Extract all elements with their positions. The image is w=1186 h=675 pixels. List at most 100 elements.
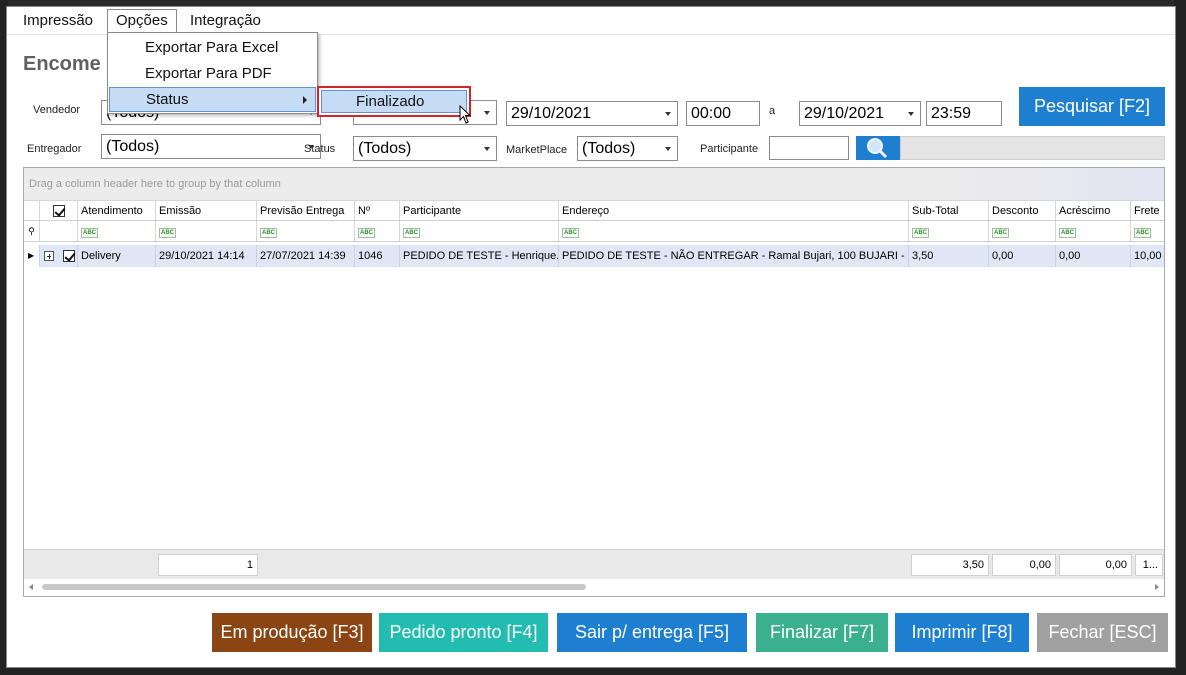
search-icon xyxy=(867,138,888,159)
submenu-item-finalizado[interactable]: Finalizado xyxy=(321,90,467,113)
grid-header-row: Atendimento Emissão Previsão Entrega Nº … xyxy=(24,201,1164,221)
row-checkbox[interactable] xyxy=(63,250,76,263)
scroll-left-icon[interactable] xyxy=(29,584,33,590)
filter-cell-endereco[interactable]: ABC xyxy=(559,221,909,241)
status-combo[interactable]: (Todos) xyxy=(353,136,497,161)
marketplace-value: (Todos) xyxy=(582,140,636,157)
menu-item-exportar-excel[interactable]: Exportar Para Excel xyxy=(109,35,316,60)
chevron-down-icon xyxy=(665,112,671,116)
cell-emissao[interactable]: 29/10/2021 14:14 xyxy=(156,245,257,267)
footer-frete: 1... xyxy=(1135,554,1163,576)
time-to-input[interactable]: 23:59 xyxy=(926,101,1002,126)
chevron-down-icon xyxy=(484,111,490,115)
column-header-previsao[interactable]: Previsão Entrega xyxy=(257,201,355,220)
row-select-cell[interactable] xyxy=(40,245,78,267)
group-panel[interactable]: Drag a column header here to group by th… xyxy=(24,168,1164,201)
cell-subtotal[interactable]: 3,50 xyxy=(909,245,989,267)
filter-cell-subtotal[interactable]: ABC xyxy=(909,221,989,241)
filter-cell-participante[interactable]: ABC xyxy=(400,221,559,241)
date-from-picker[interactable]: 29/10/2021 xyxy=(506,101,678,126)
column-header-endereco[interactable]: Endereço xyxy=(559,201,909,220)
vendedor-label: Vendedor xyxy=(33,104,81,116)
column-header-frete[interactable]: Frete xyxy=(1131,201,1164,220)
pedido-pronto-button[interactable]: Pedido pronto [F4] xyxy=(379,613,548,652)
status-value: (Todos) xyxy=(358,140,412,157)
menu-opcoes[interactable]: Opções xyxy=(107,9,177,33)
filter-cell-desconto[interactable]: ABC xyxy=(989,221,1056,241)
footer-count: 1 xyxy=(158,554,258,576)
column-header-subtotal[interactable]: Sub-Total xyxy=(909,201,989,220)
footer-desconto: 0,00 xyxy=(992,554,1056,576)
imprimir-button[interactable]: Imprimir [F8] xyxy=(895,613,1029,652)
orders-grid: Drag a column header here to group by th… xyxy=(23,167,1165,597)
options-dropdown-menu: Exportar Para Excel Exportar Para PDF St… xyxy=(107,32,318,114)
text-filter-icon: ABC xyxy=(358,228,375,238)
text-filter-icon: ABC xyxy=(912,228,929,238)
participante-results-strip xyxy=(900,136,1165,160)
footer-acrescimo: 0,00 xyxy=(1059,554,1132,576)
filter-cell-acrescimo[interactable]: ABC xyxy=(1056,221,1131,241)
scroll-right-icon[interactable] xyxy=(1155,584,1159,590)
filter-cell-emissao[interactable]: ABC xyxy=(156,221,257,241)
select-all-header[interactable] xyxy=(40,201,78,220)
participante-search-button[interactable] xyxy=(856,136,900,160)
cell-numero[interactable]: 1046 xyxy=(355,245,400,267)
cell-acrescimo[interactable]: 0,00 xyxy=(1056,245,1131,267)
row-indicator-header xyxy=(24,201,40,220)
menu-item-exportar-pdf[interactable]: Exportar Para PDF xyxy=(109,61,316,86)
cell-atendimento[interactable]: Delivery xyxy=(78,245,156,267)
scrollbar-thumb[interactable] xyxy=(42,584,586,590)
text-filter-icon: ABC xyxy=(403,228,420,238)
text-filter-icon: ABC xyxy=(260,228,277,238)
marketplace-combo[interactable]: (Todos) xyxy=(577,136,678,161)
filter-cell-frete[interactable]: ABC xyxy=(1131,221,1164,241)
entregador-combo[interactable]: (Todos) xyxy=(101,134,321,159)
em-producao-button[interactable]: Em produção [F3] xyxy=(212,613,372,652)
column-header-emissao[interactable]: Emissão xyxy=(156,201,257,220)
entregador-label: Entregador xyxy=(27,143,82,155)
background-bottom xyxy=(0,667,1186,675)
time-from-input[interactable]: 00:00 xyxy=(686,101,760,126)
text-filter-icon: ABC xyxy=(159,228,176,238)
cell-endereco[interactable]: PEDIDO DE TESTE - NÃO ENTREGAR - Ramal B… xyxy=(559,245,909,267)
grid-footer-row: 1 3,50 0,00 0,00 1... xyxy=(24,549,1164,579)
footer-subtotal: 3,50 xyxy=(911,554,989,576)
horizontal-scrollbar[interactable] xyxy=(24,579,1164,596)
grid-filter-row: ⚲ ABC ABC ABC ABC ABC ABC ABC ABC ABC AB… xyxy=(24,221,1164,242)
mouse-cursor-icon xyxy=(459,105,472,124)
table-row[interactable]: ▶ Delivery 29/10/2021 14:14 27/07/2021 1… xyxy=(24,245,1164,267)
filter-cell-previsao[interactable]: ABC xyxy=(257,221,355,241)
cell-previsao[interactable]: 27/07/2021 14:39 xyxy=(257,245,355,267)
row-indicator-icon: ▶ xyxy=(24,245,40,267)
column-header-numero[interactable]: Nº xyxy=(355,201,400,220)
date-to-value: 29/10/2021 xyxy=(804,105,885,122)
participante-input[interactable] xyxy=(769,136,849,160)
expand-row-icon[interactable] xyxy=(44,251,54,262)
column-header-desconto[interactable]: Desconto xyxy=(989,201,1056,220)
column-header-atendimento[interactable]: Atendimento xyxy=(78,201,156,220)
cell-frete[interactable]: 10,00 xyxy=(1131,245,1164,267)
text-filter-icon: ABC xyxy=(81,228,98,238)
menu-item-status[interactable]: Status xyxy=(109,87,316,112)
cell-participante[interactable]: PEDIDO DE TESTE - Henrique... xyxy=(400,245,559,267)
menu-impressao[interactable]: Impressão xyxy=(15,9,101,33)
cell-desconto[interactable]: 0,00 xyxy=(989,245,1056,267)
menu-integracao[interactable]: Integração xyxy=(182,9,269,33)
marketplace-label: MarketPlace xyxy=(506,144,568,156)
menubar: Impressão Opções Integração xyxy=(7,7,1175,35)
sair-entrega-button[interactable]: Sair p/ entrega [F5] xyxy=(557,613,747,652)
fechar-button[interactable]: Fechar [ESC] xyxy=(1037,613,1168,652)
participante-label: Participante xyxy=(700,143,759,155)
finalizar-button[interactable]: Finalizar [F7] xyxy=(756,613,888,652)
search-button[interactable]: Pesquisar [F2] xyxy=(1019,87,1165,126)
entregador-value: (Todos) xyxy=(106,138,160,155)
filter-cell-numero[interactable]: ABC xyxy=(355,221,400,241)
column-header-acrescimo[interactable]: Acréscimo xyxy=(1056,201,1131,220)
filter-cell-select xyxy=(40,221,78,241)
column-header-participante[interactable]: Participante xyxy=(400,201,559,220)
date-to-picker[interactable]: 29/10/2021 xyxy=(799,101,921,126)
page-title: Encome xyxy=(23,53,101,75)
select-all-checkbox[interactable] xyxy=(52,205,65,218)
text-filter-icon: ABC xyxy=(1059,228,1076,238)
filter-cell-atendimento[interactable]: ABC xyxy=(78,221,156,241)
